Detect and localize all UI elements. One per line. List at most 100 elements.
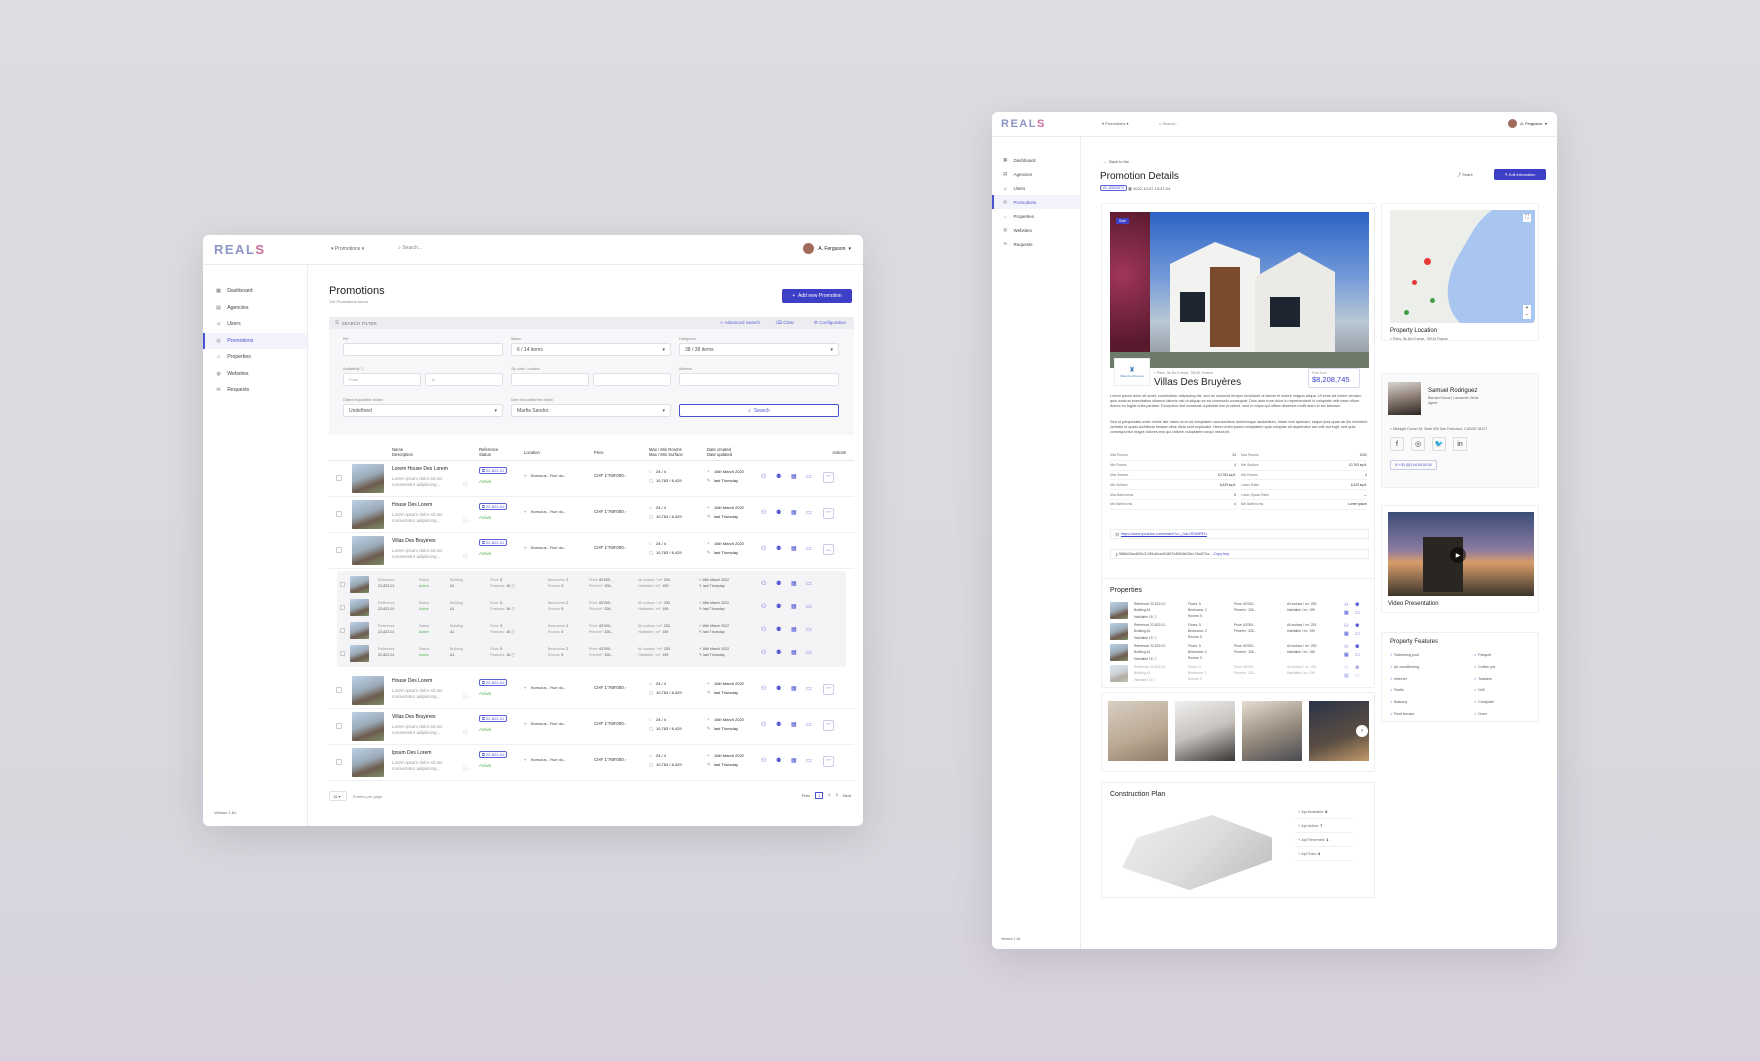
calendar-icon[interactable]: ▦ xyxy=(1344,652,1349,658)
users-outline-icon[interactable]: ⚇ xyxy=(1344,602,1348,608)
row-checkbox[interactable] xyxy=(336,723,342,729)
reference-badge[interactable]: ⧉ 22-822-01 xyxy=(479,715,508,722)
instagram-icon[interactable]: ◎ xyxy=(1411,437,1425,451)
sidebar-item-promotions[interactable]: ◎ Promotions xyxy=(203,332,307,349)
categories-select[interactable]: 38 / 38 items ▾ xyxy=(679,343,839,356)
row-checkbox[interactable] xyxy=(340,651,345,656)
copy-key-link[interactable]: Copy key xyxy=(1213,552,1229,556)
address-input[interactable] xyxy=(679,373,839,386)
global-search[interactable]: ⌕ Search... xyxy=(1159,121,1178,126)
users-outline-icon[interactable]: ⚇ xyxy=(761,626,766,633)
users-icon[interactable]: ⚉ xyxy=(776,580,781,587)
card-icon[interactable]: ▭ xyxy=(1355,610,1360,616)
location-map[interactable]: ⛶ + − xyxy=(1390,210,1535,323)
calendar-icon[interactable]: ▦ xyxy=(1344,631,1349,637)
sub-property-row[interactable]: Reference 22-822-01 Status Active Buildi… xyxy=(337,573,846,596)
users-icon[interactable]: ⚉ xyxy=(776,509,781,516)
sidebar-item-dashboard[interactable]: ▦ Dashboard xyxy=(203,283,307,300)
reference-badge[interactable]: ⧉ 22-822-01 xyxy=(479,751,508,758)
status-select[interactable]: 6 / 14 items ▾ xyxy=(511,343,671,356)
reference-badge[interactable]: ⧉ 22-822-01 xyxy=(479,503,508,510)
share-button[interactable]: ⤴ Share xyxy=(1457,169,1473,180)
row-name[interactable]: House Des Lorem xyxy=(392,678,432,684)
row-name[interactable]: Ipsum Des Lorem xyxy=(392,750,431,756)
sidebar-item-agencies[interactable]: ▤ Agencies xyxy=(992,167,1080,181)
availability-from-input[interactable]: From xyxy=(343,373,421,386)
table-row[interactable]: Villas Des Bruyères Lorem ipsum dolor si… xyxy=(329,709,854,745)
row-checkbox[interactable] xyxy=(336,687,342,693)
calendar-icon[interactable]: ▦ xyxy=(791,721,797,728)
table-row[interactable]: House Des Lorem Lorem ipsum dolor sit am… xyxy=(329,673,854,709)
calendar-icon[interactable]: ▦ xyxy=(791,685,797,692)
users-icon[interactable]: ⚉ xyxy=(776,603,781,610)
card-icon[interactable]: ▭ xyxy=(1355,673,1360,679)
prev-page-link[interactable]: Prev xyxy=(802,793,810,798)
card-icon[interactable]: ▭ xyxy=(806,757,812,764)
chevron-down-icon[interactable]: ﹀ xyxy=(823,684,834,695)
users-icon[interactable]: ⚉ xyxy=(776,685,781,692)
row-checkbox[interactable] xyxy=(336,475,342,481)
search-button[interactable]: ⌕ Search xyxy=(679,404,839,417)
sidebar-item-users[interactable]: ☺ Users xyxy=(203,316,307,333)
users-outline-icon[interactable]: ⚇ xyxy=(761,685,766,692)
calendar-icon[interactable]: ▦ xyxy=(791,649,797,656)
chevron-down-icon[interactable]: ﹀ xyxy=(823,472,834,483)
card-icon[interactable]: ▭ xyxy=(1355,652,1360,658)
users-icon[interactable]: ⚉ xyxy=(1355,665,1359,671)
users-outline-icon[interactable]: ⚇ xyxy=(761,603,766,610)
row-checkbox[interactable] xyxy=(336,759,342,765)
gallery-next-button[interactable]: › xyxy=(1356,725,1368,737)
clear-link[interactable]: ⌫ Clear xyxy=(776,320,794,326)
sidebar-item-agencies[interactable]: ▤ Agencies xyxy=(203,300,307,317)
users-outline-icon[interactable]: ⚇ xyxy=(1344,665,1348,671)
sub-property-row[interactable]: Reference 22-822-01 Status Active Buildi… xyxy=(337,596,846,619)
row-name[interactable]: Villas Des Bruyères xyxy=(392,714,436,720)
gallery-image[interactable] xyxy=(1175,701,1235,761)
zip-input[interactable] xyxy=(511,373,589,386)
sub-property-row[interactable]: Reference 22-822-01 Status Active Buildi… xyxy=(337,619,846,642)
sidebar-item-dashboard[interactable]: ▦ Dashboard xyxy=(992,153,1080,167)
sidebar-item-properties[interactable]: ⌂ Properties xyxy=(203,349,307,366)
calendar-icon[interactable]: ▦ xyxy=(791,603,797,610)
row-checkbox[interactable] xyxy=(340,582,345,587)
property-row[interactable]: Reference 22-822-01 Building A1 Habitabl… xyxy=(1110,621,1368,642)
page-link[interactable]: 2 xyxy=(828,792,830,799)
users-icon[interactable]: ⚉ xyxy=(776,757,781,764)
table-row[interactable]: Lorem House Des Lorem Lorem ipsum dolor … xyxy=(329,461,854,497)
reference-badge[interactable]: ⧉ 22-822-01 xyxy=(479,467,508,474)
agent-phone-button[interactable]: ✆ +33 (0)1 44 54 00 00 xyxy=(1390,460,1437,470)
users-icon[interactable]: ⚉ xyxy=(1355,644,1359,650)
entered-by-select[interactable]: Marfia Sandro ▾ xyxy=(511,404,671,417)
sidebar-item-websites[interactable]: ◍ Websites xyxy=(992,223,1080,237)
card-icon[interactable]: ▭ xyxy=(806,509,812,516)
page-link[interactable]: 3 xyxy=(836,792,838,799)
sidebar-item-properties[interactable]: ⌂ Properties xyxy=(992,209,1080,223)
table-row[interactable]: Villas Des Bruyères Lorem ipsum dolor si… xyxy=(329,533,854,569)
page-link[interactable]: 1 xyxy=(815,792,824,799)
users-outline-icon[interactable]: ⚇ xyxy=(761,757,766,764)
users-outline-icon[interactable]: ⚇ xyxy=(1344,644,1348,650)
users-outline-icon[interactable]: ⚇ xyxy=(761,721,766,728)
card-icon[interactable]: ▭ xyxy=(806,580,812,587)
row-checkbox[interactable] xyxy=(340,605,345,610)
users-icon[interactable]: ⚉ xyxy=(776,473,781,480)
property-row[interactable]: Reference 22-822-01 Building A1 Habitabl… xyxy=(1110,642,1368,663)
card-icon[interactable]: ▭ xyxy=(806,473,812,480)
per-page-select[interactable]: 15 ▾ xyxy=(329,791,347,801)
app-logo[interactable]: REALS xyxy=(1001,118,1046,130)
row-name[interactable]: House Des Lorem xyxy=(392,502,432,508)
gallery-image[interactable] xyxy=(1242,701,1302,761)
row-checkbox[interactable] xyxy=(340,628,345,633)
sidebar-item-requests[interactable]: ✉ Requests xyxy=(992,237,1080,251)
availability-to-input[interactable]: To xyxy=(425,373,503,386)
users-outline-icon[interactable]: ⚇ xyxy=(761,580,766,587)
card-icon[interactable]: ▭ xyxy=(806,603,812,610)
calendar-icon[interactable]: ▦ xyxy=(791,509,797,516)
users-icon[interactable]: ⚉ xyxy=(1355,602,1359,608)
promotions-filter-dropdown[interactable]: ▾ Promotions ▾ xyxy=(1102,121,1128,126)
back-to-list-link[interactable]: ← Back to list xyxy=(1103,159,1129,164)
users-icon[interactable]: ⚉ xyxy=(776,721,781,728)
property-row[interactable]: Reference 22-822-01 Building A1 Habitabl… xyxy=(1110,600,1368,621)
chevron-down-icon[interactable]: ﹀ xyxy=(823,720,834,731)
property-row[interactable]: Reference 22-822-01 Building A1 Habitabl… xyxy=(1110,663,1368,684)
